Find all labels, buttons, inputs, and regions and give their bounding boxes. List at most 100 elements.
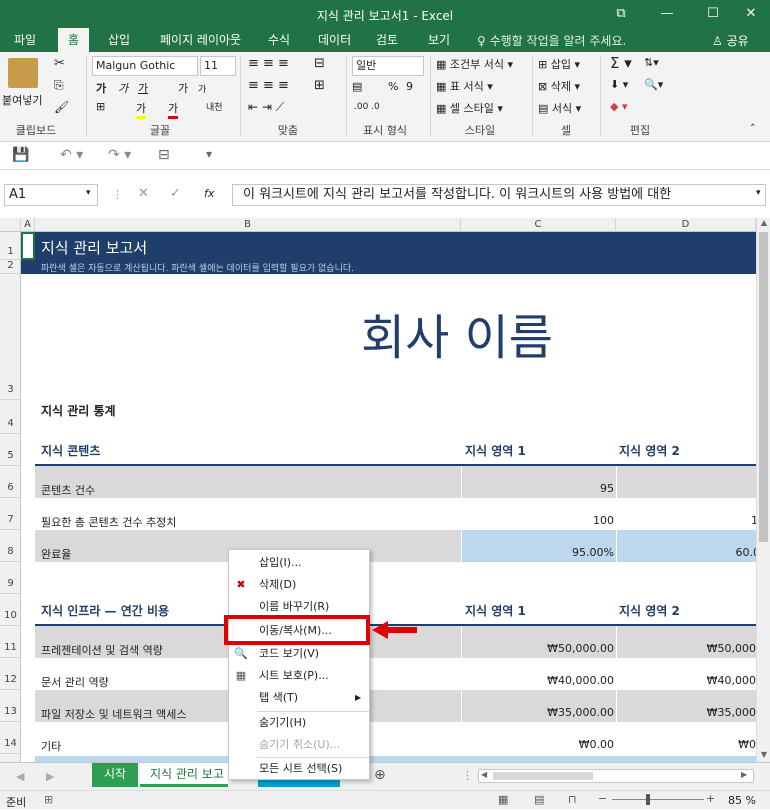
worksheet-grid[interactable]: 지식 관리 보고서 파란색 셀은 자동으로 계산됩니다. 파란색 셀에는 데이터… [21, 232, 756, 762]
row-header[interactable]: 6 [0, 466, 21, 498]
page-layout-view-icon[interactable]: ▤ [534, 793, 544, 806]
horizontal-scrollbar[interactable]: ◀ ▶ [478, 769, 754, 783]
name-box[interactable]: A1 [4, 184, 98, 206]
merge-icon[interactable]: ⊞ [314, 78, 325, 93]
font-name-select[interactable]: Malgun Gothic [92, 56, 198, 76]
format-cells-button[interactable]: ▤ 서식 ▾ [538, 100, 581, 116]
scroll-down-icon[interactable]: ▼ [758, 750, 770, 762]
insert-function-button[interactable]: fx [204, 187, 214, 200]
vertical-scrollbar[interactable]: ▲ ▼ [756, 218, 770, 762]
menu-item-protect-sheet[interactable]: ▦ 시트 보호(P)... [229, 665, 369, 687]
menu-item-insert[interactable]: 삽입(I)... [229, 552, 369, 574]
tell-me-box[interactable]: ♀ 수행할 작업을 알려 주세요. [477, 32, 626, 49]
row-header[interactable]: 3 [0, 274, 21, 400]
shrink-font-button[interactable]: 가 [198, 82, 206, 95]
delete-cells-button[interactable]: ⊠ 삭제 ▾ [538, 78, 580, 94]
percent-button[interactable]: % [388, 80, 398, 93]
row-header[interactable]: 10 [0, 594, 21, 626]
normal-view-icon[interactable]: ▦ [498, 793, 508, 806]
form-icon[interactable]: ⊟ [158, 147, 170, 163]
number-format-select[interactable]: 일반 [352, 56, 424, 76]
font-color-button[interactable]: 가 [168, 100, 179, 119]
menu-item-select-all-sheets[interactable]: 모든 시트 선택(S) [229, 758, 369, 780]
undo-icon[interactable]: ↶ ▾ [60, 147, 83, 163]
menu-item-delete[interactable]: ✖ 삭제(D) [229, 574, 369, 596]
scroll-up-icon[interactable]: ▲ [758, 218, 770, 230]
column-header-b[interactable]: B [35, 218, 461, 232]
scroll-left-icon[interactable]: ◀ [481, 770, 487, 779]
align-left-icon[interactable]: ≡ ≡ ≡ [248, 78, 289, 93]
tab-split-icon[interactable]: ⋮ [462, 769, 473, 782]
conditional-format-button[interactable]: ▦ 조건부 서식 ▾ [436, 56, 513, 72]
minimize-icon[interactable]: — [644, 0, 690, 28]
prev-sheet-icon[interactable]: ◀ [16, 770, 24, 783]
row-header[interactable]: 12 [0, 658, 21, 690]
scrollbar-thumb[interactable] [759, 232, 768, 542]
expand-formula-icon[interactable]: ▾ [756, 188, 761, 198]
column-header-d[interactable]: D [616, 218, 756, 232]
fill-icon[interactable]: ⬇ ▾ [610, 78, 628, 91]
cancel-icon[interactable]: ✕ [138, 186, 149, 201]
cell-styles-button[interactable]: ▦ 셀 스타일 ▾ [436, 100, 503, 116]
enter-icon[interactable]: ✓ [170, 186, 181, 201]
page-break-view-icon[interactable]: ⊓ [568, 793, 577, 806]
grow-font-button[interactable]: 가 [178, 80, 188, 96]
active-cell-a1[interactable] [21, 232, 35, 260]
menu-item-hide[interactable]: 숨기기(H) [229, 712, 369, 734]
collapse-ribbon-icon[interactable]: ˄ [750, 122, 756, 135]
name-box-dropdown-icon[interactable]: ▾ [86, 188, 91, 198]
copy-icon[interactable]: ⎘ [54, 78, 64, 93]
row-header[interactable]: 14 [0, 722, 21, 754]
zoom-out-icon[interactable]: − [598, 792, 607, 805]
macro-record-icon[interactable]: ⊞ [44, 793, 53, 806]
column-header-c[interactable]: C [461, 218, 616, 232]
autosum-icon[interactable]: Σ ▾ [610, 54, 632, 72]
paste-icon[interactable] [8, 58, 38, 88]
row-header[interactable]: 13 [0, 690, 21, 722]
tab-insert[interactable]: 삽입 [106, 28, 132, 52]
wrap-text-icon[interactable]: ⊟ [314, 56, 325, 71]
ribbon-display-icon[interactable]: ⧉ [598, 0, 644, 28]
tab-file[interactable]: 파일 [12, 28, 38, 52]
row-header[interactable]: 11 [0, 626, 21, 658]
row-header[interactable]: 1 [0, 232, 21, 260]
phonetic-button[interactable]: 내천 [206, 100, 223, 113]
tab-review[interactable]: 검토 [374, 28, 400, 52]
row-header[interactable]: 2 [0, 260, 21, 274]
h-scroll-thumb[interactable] [493, 772, 593, 780]
row-header[interactable]: 4 [0, 400, 21, 434]
format-painter-icon[interactable]: 🖌 [54, 100, 69, 114]
customize-qat-icon[interactable]: ▾ [206, 147, 212, 161]
row-header[interactable]: 5 [0, 434, 21, 466]
row-header[interactable]: 8 [0, 530, 21, 562]
format-table-button[interactable]: ▦ 표 서식 ▾ [436, 78, 493, 94]
row-header[interactable]: 9 [0, 562, 21, 594]
scroll-right-icon[interactable]: ▶ [741, 770, 747, 779]
cut-icon[interactable]: ✂ [54, 56, 65, 71]
border-icon[interactable]: ⊞ [96, 100, 105, 113]
select-all-corner[interactable] [0, 218, 21, 232]
insert-cells-button[interactable]: ⊞ 삽입 ▾ [538, 56, 580, 72]
save-icon[interactable]: 💾 [12, 147, 29, 163]
formula-input[interactable]: 이 워크시트에 지식 관리 보고서를 작성합니다. 이 워크시트의 사용 방법에… [232, 184, 766, 206]
tab-page-layout[interactable]: 페이지 레이아웃 [158, 28, 243, 52]
next-sheet-icon[interactable]: ▶ [46, 770, 54, 783]
close-icon[interactable]: ✕ [728, 0, 770, 28]
row-header[interactable]: 7 [0, 498, 21, 530]
paste-button[interactable]: 붙여넣기 [2, 92, 42, 108]
tab-view[interactable]: 보기 [426, 28, 452, 52]
tab-formulas[interactable]: 수식 [266, 28, 292, 52]
menu-item-tab-color[interactable]: 탭 색(T) ▶ [229, 687, 369, 709]
fill-color-button[interactable]: 가 [136, 100, 147, 119]
decimal-icon[interactable]: .00 .0 [354, 102, 380, 112]
italic-button[interactable]: 가 [118, 80, 128, 96]
sheet-tab-report[interactable]: 지식 관리 보고 [140, 763, 228, 787]
menu-item-view-code[interactable]: 🔍 코드 보기(V) [229, 643, 369, 665]
comma-button[interactable]: 9 [406, 80, 413, 93]
font-size-select[interactable]: 11 [200, 56, 236, 76]
zoom-in-icon[interactable]: + [706, 792, 715, 805]
share-button[interactable]: ♙ 공유 [712, 32, 749, 49]
sort-filter-icon[interactable]: ⇅▾ [644, 56, 659, 69]
column-header-a[interactable]: A [21, 218, 35, 232]
find-icon[interactable]: 🔍▾ [644, 78, 663, 91]
